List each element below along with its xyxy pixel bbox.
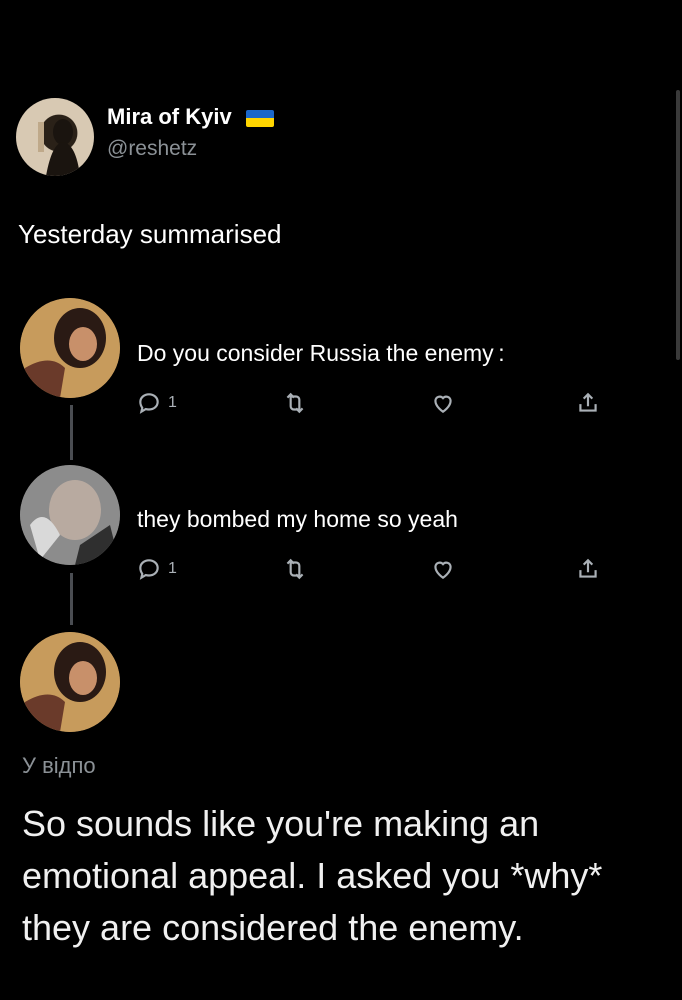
thread-connector bbox=[70, 573, 73, 625]
author-handle[interactable]: @reshetz bbox=[107, 137, 197, 161]
reply-button[interactable]: 1 bbox=[136, 390, 177, 416]
reply-icon bbox=[139, 393, 159, 414]
retweet-button[interactable] bbox=[282, 390, 308, 416]
retweet-button[interactable] bbox=[282, 556, 308, 582]
thread-connector bbox=[70, 405, 73, 460]
share-icon bbox=[579, 558, 597, 578]
retweet-icon bbox=[286, 558, 304, 580]
like-button[interactable] bbox=[430, 556, 456, 582]
like-button[interactable] bbox=[430, 390, 456, 416]
thread-avatar-2[interactable] bbox=[20, 465, 120, 565]
like-icon bbox=[434, 395, 452, 413]
thread-avatar-1[interactable] bbox=[20, 298, 120, 398]
reply-button[interactable]: 1 bbox=[136, 556, 177, 582]
like-icon bbox=[434, 561, 452, 579]
share-button[interactable] bbox=[575, 556, 601, 582]
author-name[interactable]: Mira of Kyiv bbox=[107, 104, 232, 129]
reply-context: У відпо bbox=[22, 753, 96, 778]
reply-text: So sounds like you're making an emotiona… bbox=[22, 803, 603, 948]
scrollbar[interactable] bbox=[676, 90, 680, 360]
share-button[interactable] bbox=[575, 390, 601, 416]
post-text: Yesterday summarised bbox=[18, 219, 282, 249]
retweet-icon bbox=[286, 392, 304, 414]
thread-avatar-3[interactable] bbox=[20, 632, 120, 732]
ukraine-flag-icon bbox=[245, 109, 274, 127]
author-avatar[interactable] bbox=[16, 98, 94, 176]
share-icon bbox=[579, 392, 597, 412]
reply-icon bbox=[139, 559, 159, 580]
thread-tweet-text: Do you consider Russia the enemy : bbox=[137, 340, 505, 366]
reply-count: 1 bbox=[168, 560, 177, 577]
thread-tweet-text: they bombed my home so yeah bbox=[137, 506, 458, 532]
reply-count: 1 bbox=[168, 394, 177, 411]
